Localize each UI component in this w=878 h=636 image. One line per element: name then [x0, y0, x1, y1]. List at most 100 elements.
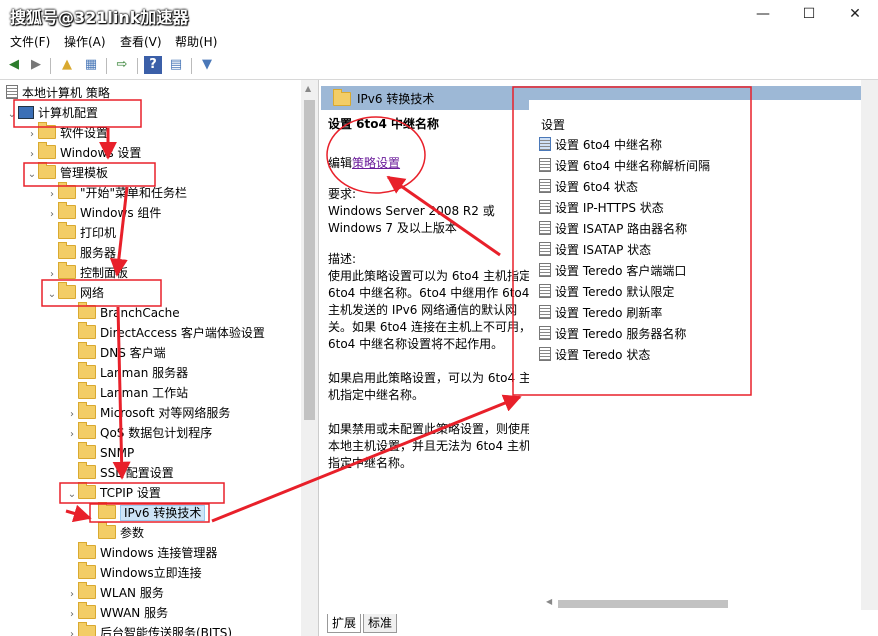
tree-item[interactable]: SSL 配置设置: [66, 462, 174, 483]
tree-item[interactable]: › 软件设置: [26, 122, 109, 145]
edit-policy-link[interactable]: 策略设置: [352, 156, 400, 170]
tree-item[interactable]: › "开始"菜单和任务栏: [46, 182, 187, 205]
chevron-right-icon[interactable]: ›: [46, 185, 58, 205]
tree-item[interactable]: ⌄ 计算机配置: [6, 103, 98, 123]
policy-setting-icon: [539, 158, 551, 172]
details-scrollbar[interactable]: [861, 80, 878, 610]
show-hide-tree-icon[interactable]: ▦: [82, 56, 100, 74]
tab-extended[interactable]: 扩展: [327, 614, 362, 633]
chevron-down-icon[interactable]: ⌄: [66, 485, 78, 505]
filter-icon[interactable]: ▼: [198, 56, 216, 74]
tree-item[interactable]: › 控制面板: [46, 262, 129, 285]
setting-row[interactable]: 设置 Teredo 状态: [539, 345, 650, 366]
tree-item[interactable]: › WWAN 服务: [66, 602, 168, 625]
tree-item[interactable]: Windows立即连接: [66, 562, 202, 583]
setting-label: 设置 6to4 中继名称解析间隔: [555, 159, 710, 173]
tree-item[interactable]: 服务器: [46, 242, 117, 263]
chevron-down-icon[interactable]: ⌄: [6, 105, 18, 125]
tree-item[interactable]: › 后台智能传送服务(BITS): [66, 622, 232, 636]
tree-item-label: 计算机配置: [38, 106, 99, 120]
tree-item[interactable]: ⌄ 管理模板: [26, 162, 108, 185]
chevron-down-icon[interactable]: ⌄: [46, 285, 58, 305]
maximize-button[interactable]: ☐: [786, 0, 832, 30]
tree-item[interactable]: › QoS 数据包计划程序: [66, 422, 212, 445]
tree-item[interactable]: › Windows 组件: [46, 202, 162, 225]
forward-icon[interactable]: ▶: [27, 56, 45, 74]
setting-row[interactable]: 设置 ISATAP 状态: [539, 240, 651, 261]
tree-item[interactable]: SNMP: [66, 442, 134, 463]
chevron-right-icon[interactable]: ›: [66, 605, 78, 625]
setting-row[interactable]: 设置 ISATAP 路由器名称: [539, 219, 687, 240]
policy-setting-icon: [539, 179, 551, 193]
description-text: 使用此策略设置可以为 6to4 主机指定 6to4 中继名称。6to4 中继用作…: [328, 269, 531, 351]
folder-icon: [78, 602, 96, 619]
chevron-right-icon[interactable]: ›: [66, 625, 78, 636]
tree-item[interactable]: ⌄ 网络: [46, 282, 104, 305]
window-title: 搜狐号@321link加速器: [10, 8, 189, 27]
enabled-text: 如果启用此策略设置，可以为 6to4 主机指定中继名称。: [328, 371, 531, 402]
setting-row[interactable]: 设置 Teredo 刷新率: [539, 303, 662, 324]
tree-item[interactable]: IPv6 转换技术: [86, 502, 206, 523]
setting-row[interactable]: 设置 6to4 状态: [539, 177, 638, 198]
tree-item-label: 控制面板: [80, 266, 129, 280]
tree-item[interactable]: Lanman 工作站: [66, 382, 188, 403]
menu-file[interactable]: 文件(F): [10, 33, 50, 50]
tree-item-label: Windows 组件: [80, 206, 162, 220]
setting-row[interactable]: 设置 IP-HTTPS 状态: [539, 198, 664, 219]
hscroll-thumb[interactable]: [558, 600, 728, 608]
tree-item[interactable]: DirectAccess 客户端体验设置: [66, 322, 265, 343]
properties-icon[interactable]: ▤: [167, 56, 185, 74]
tab-standard[interactable]: 标准: [363, 614, 398, 633]
policy-setting-icon: [539, 200, 551, 214]
folder-icon: [38, 122, 56, 139]
close-button[interactable]: ✕: [832, 0, 878, 30]
minimize-button[interactable]: —: [740, 0, 786, 30]
settings-column-header[interactable]: 设置: [541, 116, 565, 133]
requirements-text: Windows Server 2008 R2 或 Windows 7 及以上版本: [328, 204, 495, 235]
menu-view[interactable]: 查看(V): [120, 33, 162, 50]
tree-item[interactable]: Lanman 服务器: [66, 362, 188, 383]
policy-tree: 本地计算机 策略 ⌄ 计算机配置 › 软件设置 › Windows 设置 ⌄ 管理模板 › "开始…: [0, 80, 319, 636]
tree-item[interactable]: DNS 客户端: [66, 342, 166, 363]
chevron-right-icon[interactable]: ›: [46, 205, 58, 225]
setting-row[interactable]: 设置 Teredo 服务器名称: [539, 324, 686, 345]
setting-row[interactable]: 设置 6to4 中继名称解析间隔: [539, 156, 710, 177]
chevron-right-icon[interactable]: ›: [26, 145, 38, 165]
tree-item[interactable]: Windows 连接管理器: [66, 542, 217, 563]
export-list-icon[interactable]: ⇨: [113, 56, 131, 74]
view-tabs: 扩展 标准: [321, 612, 878, 636]
tree-scrollbar-thumb[interactable]: [304, 100, 315, 420]
chevron-right-icon[interactable]: ›: [66, 405, 78, 425]
tree-item[interactable]: ⌄ TCPIP 设置: [66, 482, 161, 505]
chevron-right-icon[interactable]: ›: [66, 585, 78, 605]
tree-item-label: 打印机: [80, 226, 117, 240]
tree-scrollbar[interactable]: ▲: [301, 80, 318, 636]
tree-root[interactable]: 本地计算机 策略: [6, 83, 110, 103]
help-icon[interactable]: ?: [144, 56, 162, 74]
tree-item-label: 服务器: [80, 246, 117, 260]
folder-icon: [38, 142, 56, 159]
chevron-down-icon[interactable]: ⌄: [26, 165, 38, 185]
setting-title: 设置 6to4 中继名称: [328, 117, 440, 131]
requirements-label: 要求:: [328, 187, 357, 201]
toolbar-separator: [191, 58, 192, 74]
chevron-right-icon[interactable]: ›: [46, 265, 58, 285]
tree-item-label: 软件设置: [60, 126, 109, 140]
tree-item[interactable]: 打印机: [46, 222, 117, 243]
setting-row[interactable]: 设置 Teredo 客户端端口: [539, 261, 686, 282]
tree-item[interactable]: › WLAN 服务: [66, 582, 164, 605]
menu-help[interactable]: 帮助(H): [175, 33, 217, 50]
menu-action[interactable]: 操作(A): [64, 33, 106, 50]
tree-item[interactable]: 参数: [86, 522, 144, 543]
tree-item[interactable]: › Microsoft 对等网络服务: [66, 402, 230, 425]
setting-row[interactable]: 设置 6to4 中继名称: [539, 135, 662, 156]
setting-row[interactable]: 设置 Teredo 默认限定: [539, 282, 674, 303]
back-icon[interactable]: ◀: [5, 56, 23, 74]
chevron-right-icon[interactable]: ›: [26, 125, 38, 145]
folder-icon: [58, 222, 76, 239]
up-folder-icon[interactable]: ▲: [58, 56, 76, 74]
settings-hscrollbar[interactable]: ◀ ▶: [546, 597, 876, 610]
tree-item[interactable]: BranchCache: [66, 302, 180, 323]
chevron-right-icon[interactable]: ›: [66, 425, 78, 445]
tree-item[interactable]: › Windows 设置: [26, 142, 141, 165]
